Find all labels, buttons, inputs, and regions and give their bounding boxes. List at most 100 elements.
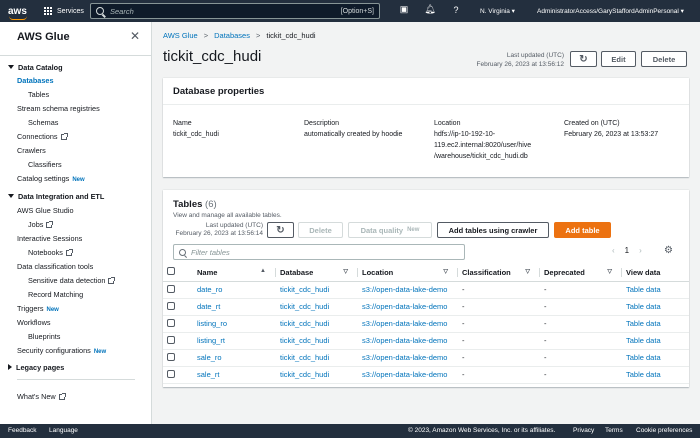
feedback-link[interactable]: Feedback (8, 427, 37, 434)
delete-button[interactable]: Delete (641, 51, 687, 67)
sidebar-section-data-catalog[interactable]: Data Catalog (8, 63, 63, 72)
refresh-button[interactable]: ↻ (570, 51, 597, 67)
location-link[interactable]: s3://open-data-lake-demo (362, 319, 447, 328)
sidebar-item-sensitive-data-detection[interactable]: Sensitive data detection (28, 276, 116, 285)
sidebar-item-stream-schema-registries[interactable]: Stream schema registries (17, 104, 100, 113)
location-link[interactable]: s3://open-data-lake-demo (362, 302, 447, 311)
sidebar-item-whats-new[interactable]: What's New (17, 392, 66, 401)
breadcrumb-aws-glue[interactable]: AWS Glue (163, 31, 198, 40)
account-menu[interactable]: AdministratorAccess/GaryStaffordAdminPer… (537, 7, 684, 15)
privacy-link[interactable]: Privacy (573, 427, 594, 434)
global-search-input[interactable]: Search [Option+S] (90, 3, 380, 19)
nav-icons: ▣ 🔔︎ ? (398, 4, 462, 15)
table-data-link[interactable]: Table data (626, 370, 661, 379)
select-all-header (163, 264, 193, 282)
table-data-link[interactable]: Table data (626, 319, 661, 328)
row-checkbox[interactable] (167, 352, 175, 361)
region-selector[interactable]: N. Virginia ▾ (480, 7, 515, 15)
table-data-link[interactable]: Table data (626, 285, 661, 294)
sidebar-section-data-integration[interactable]: Data Integration and ETL (8, 192, 104, 201)
sidebar-item-schemas[interactable]: Schemas (28, 118, 58, 127)
sidebar-item-jobs[interactable]: Jobs (28, 220, 54, 229)
database-cell: tickit_cdc_hudi (276, 315, 358, 333)
sidebar-item-catalog-settings[interactable]: Catalog settings New (17, 174, 85, 183)
sidebar-item-classifiers[interactable]: Classifiers (28, 160, 62, 169)
last-updated: Last updated (UTC) February 26, 2023 at … (470, 51, 564, 69)
table-data-link[interactable]: Table data (626, 336, 661, 345)
sidebar-item-triggers[interactable]: Triggers New (17, 304, 59, 313)
table-name-link[interactable]: sale_ro (197, 353, 222, 362)
table-name-link[interactable]: date_rt (197, 302, 220, 311)
database-link[interactable]: tickit_cdc_hudi (280, 370, 329, 379)
column-header-classification[interactable]: Classification ▽ (458, 264, 540, 282)
table-name-link[interactable]: listing_ro (197, 319, 227, 328)
aws-logo[interactable]: aws (8, 6, 38, 20)
location-link[interactable]: s3://open-data-lake-demo (362, 336, 447, 345)
chevron-right-icon: > (203, 31, 209, 40)
services-menu[interactable]: Services (44, 6, 84, 16)
help-icon[interactable]: ? (450, 5, 462, 15)
table-data-link[interactable]: Table data (626, 353, 661, 362)
sidebar-item-connections[interactable]: Connections (17, 132, 68, 141)
sidebar-item-databases[interactable]: Databases (17, 76, 54, 85)
filter-tables-input[interactable]: Filter tables (173, 244, 465, 260)
row-checkbox[interactable] (167, 284, 175, 293)
sidebar-item-data-classification-tools[interactable]: Data classification tools (17, 262, 93, 271)
close-icon[interactable]: ✕ (130, 29, 140, 43)
column-header-name[interactable]: Name ▲ (193, 264, 276, 282)
last-updated-value: February 26, 2023 at 13:56:14 (175, 230, 263, 237)
page-number[interactable]: 1 (625, 246, 629, 255)
cloudshell-icon[interactable]: ▣ (398, 4, 410, 15)
table-name-link[interactable]: sale_rt (197, 370, 220, 379)
database-link[interactable]: tickit_cdc_hudi (280, 302, 329, 311)
external-link-icon (46, 221, 54, 228)
add-table-button[interactable]: Add table (554, 222, 611, 238)
terms-link[interactable]: Terms (605, 427, 623, 434)
table-name-link[interactable]: date_ro (197, 285, 222, 294)
external-link-icon (65, 249, 73, 256)
sidebar-item-tables[interactable]: Tables (28, 90, 49, 99)
select-all-checkbox[interactable] (167, 267, 175, 276)
sidebar-item-record-matching[interactable]: Record Matching (28, 290, 83, 299)
database-link[interactable]: tickit_cdc_hudi (280, 285, 329, 294)
bell-icon[interactable]: 🔔︎ (424, 4, 436, 15)
database-link[interactable]: tickit_cdc_hudi (280, 336, 329, 345)
chevron-right-icon[interactable]: › (639, 246, 642, 255)
database-link[interactable]: tickit_cdc_hudi (280, 353, 329, 362)
data-quality-button[interactable]: Data quality New (348, 222, 432, 238)
table-data-link[interactable]: Table data (626, 302, 661, 311)
column-header-database[interactable]: Database ▽ (276, 264, 358, 282)
edit-button[interactable]: Edit (601, 51, 636, 67)
sidebar-item-blueprints[interactable]: Blueprints (28, 332, 60, 341)
row-checkbox[interactable] (167, 335, 175, 344)
column-header-location[interactable]: Location ▽ (358, 264, 458, 282)
column-header-deprecated[interactable]: Deprecated ▽ (540, 264, 622, 282)
sidebar-item-notebooks[interactable]: Notebooks (28, 248, 73, 257)
sidebar-item-crawlers[interactable]: Crawlers (17, 146, 46, 155)
location-link[interactable]: s3://open-data-lake-demo (362, 353, 447, 362)
chevron-left-icon[interactable]: ‹ (612, 246, 615, 255)
language-link[interactable]: Language (49, 427, 78, 434)
tables-delete-button[interactable]: Delete (298, 222, 343, 238)
row-select-cell (163, 332, 193, 350)
row-checkbox[interactable] (167, 301, 175, 310)
item-label: Triggers (17, 304, 44, 313)
sidebar-item-interactive-sessions[interactable]: Interactive Sessions (17, 234, 82, 243)
database-properties-title: Database properties (173, 86, 265, 97)
sidebar-item-glue-studio[interactable]: AWS Glue Studio (17, 206, 74, 215)
sidebar-item-security-configurations[interactable]: Security configurations New (17, 346, 106, 355)
row-checkbox[interactable] (167, 318, 175, 327)
cookie-preferences-link[interactable]: Cookie preferences (636, 427, 692, 434)
location-link[interactable]: s3://open-data-lake-demo (362, 285, 447, 294)
add-tables-using-crawler-button[interactable]: Add tables using crawler (437, 222, 549, 238)
row-checkbox[interactable] (167, 369, 175, 378)
new-badge: New (72, 177, 85, 183)
database-link[interactable]: tickit_cdc_hudi (280, 319, 329, 328)
location-link[interactable]: s3://open-data-lake-demo (362, 370, 447, 379)
sidebar-section-legacy-pages[interactable]: Legacy pages (8, 363, 64, 372)
tables-refresh-button[interactable]: ↻ (267, 222, 294, 238)
sidebar-item-workflows[interactable]: Workflows (17, 318, 51, 327)
table-name-link[interactable]: listing_rt (197, 336, 225, 345)
gear-icon[interactable]: ⚙ (664, 245, 673, 256)
breadcrumb-databases[interactable]: Databases (214, 31, 250, 40)
